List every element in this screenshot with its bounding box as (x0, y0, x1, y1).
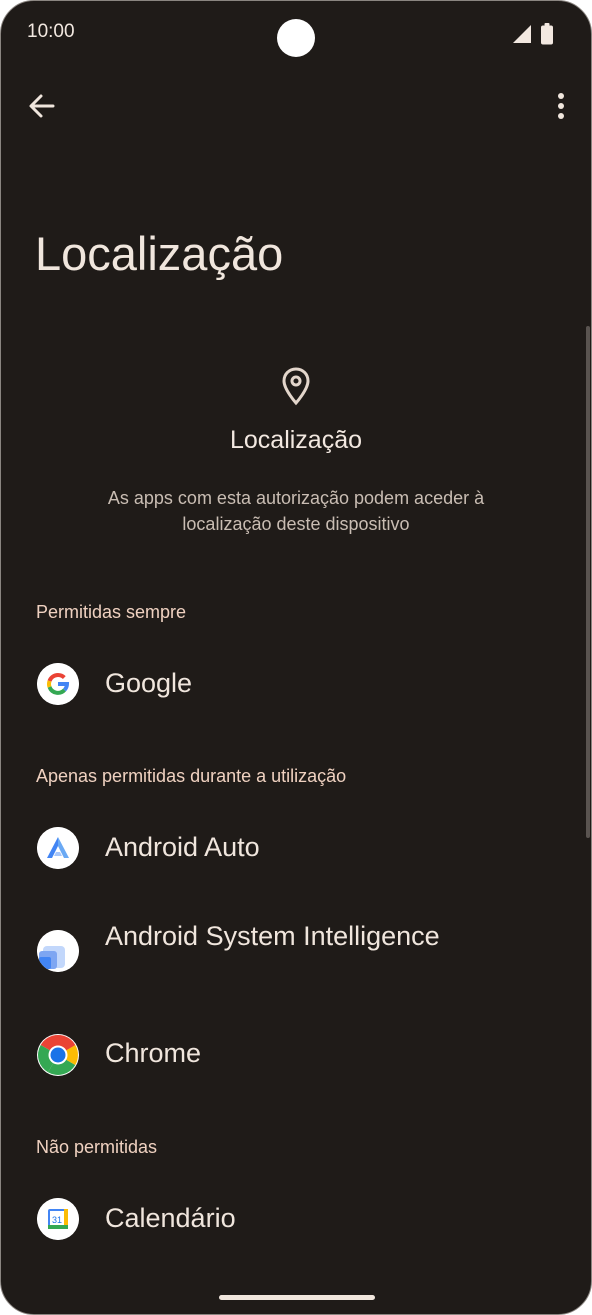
more-vert-icon (558, 93, 564, 119)
section-header-always: Permitidas sempre (36, 602, 187, 622)
status-bar: 10:00 (1, 1, 591, 65)
camera-cutout (277, 19, 315, 57)
phone-screen: 10:00 Localização Localização As apps co… (0, 0, 592, 1315)
section-header-while-in-use: Apenas permitidas durante a utilização (36, 766, 347, 786)
status-time: 10:00 (27, 21, 75, 42)
app-label-android-system-intelligence: Android System Intelligence (105, 921, 440, 951)
arrow-back-icon (29, 94, 55, 118)
permission-description: As apps com esta autorização podem acede… (61, 485, 531, 537)
permission-title: Localização (229, 426, 363, 454)
page-title: Localização (35, 227, 284, 280)
back-button[interactable] (25, 89, 59, 123)
google-icon (37, 663, 79, 705)
calendar-icon: 31 (37, 1198, 79, 1240)
app-row-android-system-intelligence[interactable]: Android System Intelligence (1, 909, 591, 989)
app-label-android-auto: Android Auto (105, 832, 260, 862)
section-header-denied: Não permitidas (36, 1137, 158, 1157)
home-indicator[interactable] (219, 1295, 375, 1300)
description-line-1: As apps com esta autorização podem acede… (107, 488, 485, 508)
scrollbar[interactable] (586, 326, 590, 838)
app-label-chrome: Chrome (105, 1038, 202, 1068)
chrome-icon (37, 1034, 79, 1076)
cell-signal-icon (513, 25, 531, 43)
description-line-2: localização deste dispositivo (182, 514, 410, 534)
app-row-google[interactable]: Google (1, 644, 591, 724)
battery-icon (541, 23, 553, 45)
android-auto-icon (37, 827, 79, 869)
calendar-icon-text: 31 (52, 1215, 62, 1225)
app-label-google: Google (105, 668, 193, 698)
more-options-button[interactable] (549, 89, 573, 123)
location-pin-icon (282, 367, 310, 406)
app-label-calendar: Calendário (105, 1203, 236, 1233)
app-row-android-auto[interactable]: Android Auto (1, 808, 591, 888)
android-system-intelligence-icon (37, 930, 79, 972)
app-row-calendar[interactable]: 31 Calendário (1, 1179, 591, 1259)
app-row-chrome[interactable]: Chrome (1, 1014, 591, 1094)
